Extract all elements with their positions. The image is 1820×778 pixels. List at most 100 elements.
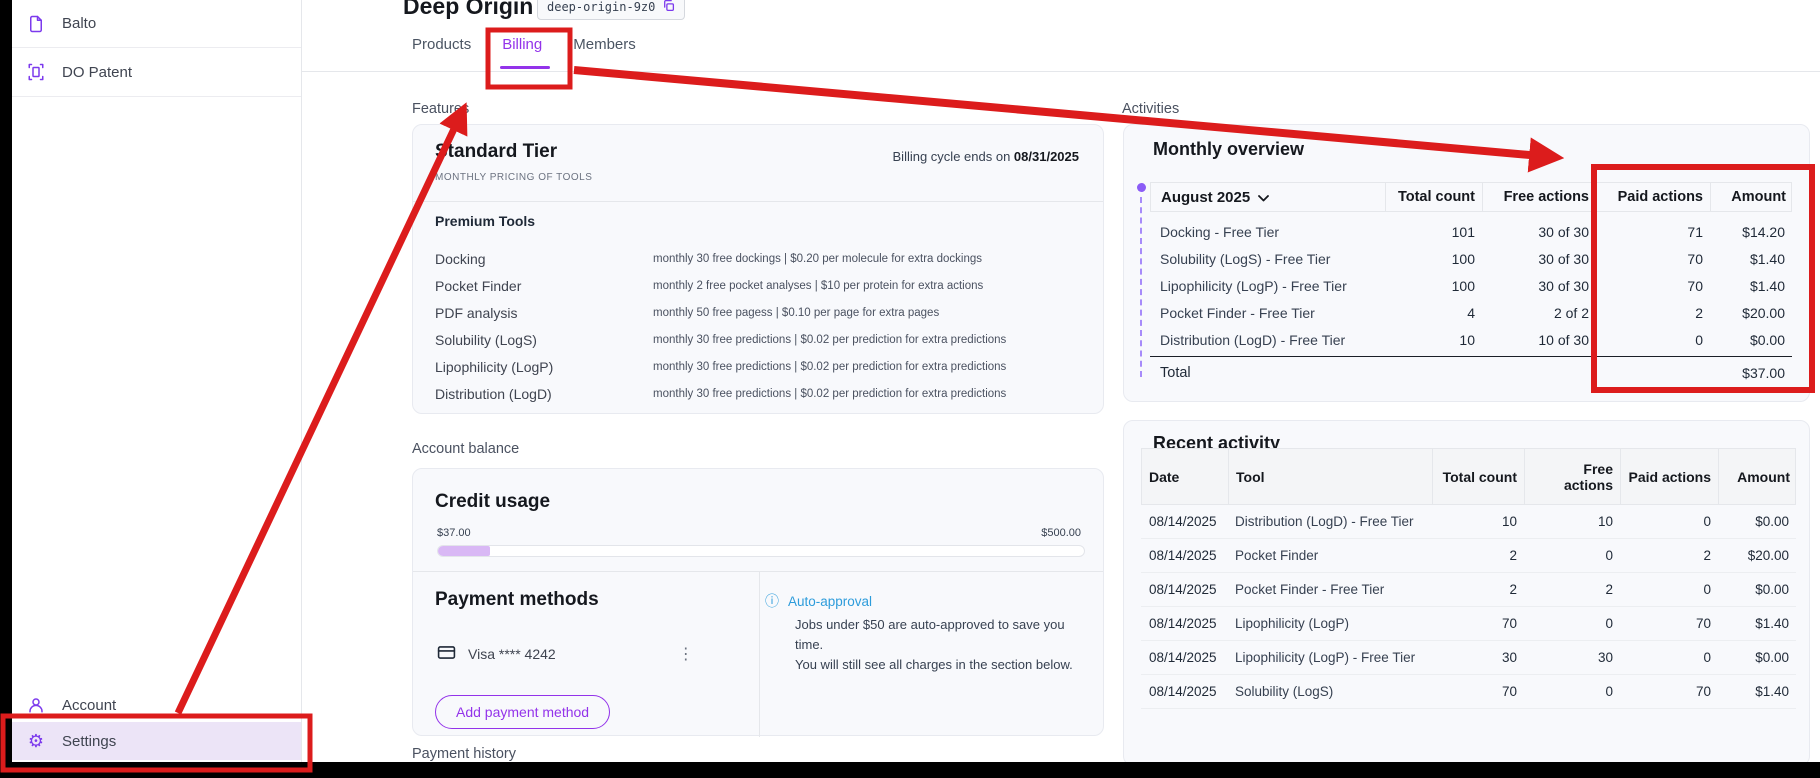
- row-paid-actions: 70: [1620, 607, 1718, 640]
- row-total-count: 2: [1432, 573, 1524, 606]
- sidebar-item-label: Account: [62, 697, 116, 714]
- page-title: Deep Origin: [403, 0, 533, 20]
- row-tool: Docking - Free Tier: [1150, 224, 1385, 240]
- row-total-count: 10: [1385, 332, 1482, 348]
- table-row: Distribution (LogD) - Free Tier 10 10 of…: [1150, 326, 1792, 353]
- sidebar-item-do-patent[interactable]: DO Patent: [12, 48, 301, 97]
- payment-card-label: Visa **** 4242: [468, 646, 556, 662]
- row-paid-actions: 71: [1596, 224, 1710, 240]
- table-row: 08/14/2025 Pocket Finder - Free Tier 2 2…: [1141, 573, 1796, 607]
- timeline-dashed-line: [1140, 197, 1142, 377]
- activities-section-label: Activities: [1122, 101, 1179, 117]
- features-section-label: Features: [412, 101, 469, 117]
- tab-products[interactable]: Products: [412, 36, 471, 53]
- row-date: 08/14/2025: [1141, 675, 1228, 708]
- tier-subtitle: MONTHLY PRICING OF TOOLS: [435, 172, 592, 183]
- standard-tier-card: Standard Tier MONTHLY PRICING OF TOOLS B…: [412, 124, 1104, 414]
- row-paid-actions: 70: [1596, 251, 1710, 267]
- tool-pricing: monthly 50 free pagess | $0.10 per page …: [653, 307, 939, 319]
- tab-billing[interactable]: Billing: [502, 36, 542, 53]
- tool-pricing: monthly 2 free pocket analyses | $10 per…: [653, 280, 983, 292]
- credit-usage-progress-fill: [438, 546, 490, 556]
- monthly-overview-header: August 2025 Total count Free actions Pai…: [1150, 182, 1792, 212]
- row-free-actions: 30 of 30: [1482, 224, 1596, 240]
- person-icon: [26, 695, 46, 715]
- org-id-chip[interactable]: deep-origin-9z0: [537, 0, 685, 20]
- monthly-overview-title: Monthly overview: [1153, 139, 1304, 160]
- tool-row: Distribution (LogD) monthly 30 free pred…: [435, 380, 1083, 407]
- table-row: 08/14/2025 Lipophilicity (LogP) - Free T…: [1141, 641, 1796, 675]
- org-id-text: deep-origin-9z0: [547, 0, 655, 14]
- row-paid-actions: 0: [1596, 332, 1710, 348]
- sidebar-item-balto[interactable]: Balto: [12, 0, 301, 48]
- premium-tools-label: Premium Tools: [435, 213, 535, 229]
- total-amount: $37.00: [1742, 365, 1792, 381]
- add-payment-method-button[interactable]: Add payment method: [435, 695, 610, 729]
- premium-tools-list: Docking monthly 30 free dockings | $0.20…: [435, 245, 1083, 407]
- auto-approval-link[interactable]: ⓘ Auto-approval: [765, 591, 872, 611]
- credit-used-value: $37.00: [437, 527, 471, 539]
- tool-name: Docking: [435, 251, 653, 267]
- billing-cycle-text: Billing cycle ends on 08/31/2025: [893, 149, 1079, 164]
- info-icon: ⓘ: [765, 591, 779, 611]
- row-free-actions: 2: [1524, 573, 1620, 606]
- tool-row: Pocket Finder monthly 2 free pocket anal…: [435, 272, 1083, 299]
- gear-icon: ⚙: [26, 731, 46, 751]
- row-free-actions: 10: [1524, 505, 1620, 538]
- tool-name: PDF analysis: [435, 305, 653, 321]
- row-free-actions: 0: [1524, 607, 1620, 640]
- payment-methods-title: Payment methods: [435, 589, 599, 611]
- column-header: Date: [1142, 449, 1229, 504]
- table-row: 08/14/2025 Solubility (LogS) 70 0 70 $1.…: [1141, 675, 1796, 709]
- row-free-actions: 30: [1524, 641, 1620, 674]
- row-amount: $1.40: [1710, 251, 1792, 267]
- table-row: Lipophilicity (LogP) - Free Tier 100 30 …: [1150, 272, 1792, 299]
- tool-row: Solubility (LogS) monthly 30 free predic…: [435, 326, 1083, 353]
- file-icon: [26, 14, 46, 34]
- row-total-count: 70: [1432, 675, 1524, 708]
- row-paid-actions: 2: [1620, 539, 1718, 572]
- auto-approval-description: Jobs under $50 are auto-approved to save…: [795, 615, 1085, 675]
- copy-icon[interactable]: [662, 0, 675, 15]
- column-header: Free actions: [1483, 183, 1597, 211]
- timeline-dot: [1137, 183, 1146, 192]
- row-tool: Distribution (LogD) - Free Tier: [1150, 332, 1385, 348]
- row-total-count: 100: [1385, 251, 1482, 267]
- tool-name: Solubility (LogS): [435, 332, 653, 348]
- row-paid-actions: 0: [1620, 505, 1718, 538]
- column-header: Total count: [1386, 183, 1483, 211]
- row-tool: Lipophilicity (LogP): [1228, 607, 1432, 640]
- row-free-actions: 30 of 30: [1482, 251, 1596, 267]
- month-selector[interactable]: August 2025: [1151, 183, 1386, 211]
- recent-activity-header: Date Tool Total count Free actions Paid …: [1141, 448, 1796, 505]
- tool-row: PDF analysis monthly 50 free pagess | $0…: [435, 299, 1083, 326]
- row-free-actions: 10 of 30: [1482, 332, 1596, 348]
- column-header: Amount: [1711, 183, 1793, 211]
- tool-row: Docking monthly 30 free dockings | $0.20…: [435, 245, 1083, 272]
- recent-activity-rows: 08/14/2025 Distribution (LogD) - Free Ti…: [1141, 505, 1796, 709]
- tool-pricing: monthly 30 free predictions | $0.02 per …: [653, 334, 1006, 346]
- row-amount: $1.40: [1718, 675, 1796, 708]
- payment-history-section-label: Payment history: [412, 746, 516, 762]
- row-paid-actions: 70: [1596, 278, 1710, 294]
- row-total-count: 30: [1432, 641, 1524, 674]
- tab-members[interactable]: Members: [573, 36, 636, 53]
- total-label: Total: [1150, 365, 1191, 381]
- tool-row: Lipophilicity (LogP) monthly 30 free pre…: [435, 353, 1083, 380]
- document-brackets-icon: [26, 62, 46, 82]
- sidebar-item-settings[interactable]: ⚙ Settings: [12, 722, 301, 760]
- sidebar-item-label: Balto: [62, 15, 96, 32]
- row-total-count: 70: [1432, 607, 1524, 640]
- column-header: Tool: [1229, 449, 1433, 504]
- kebab-menu-icon[interactable]: ⋮: [678, 644, 694, 664]
- card-divider: [413, 571, 1103, 572]
- row-free-actions: 0: [1524, 539, 1620, 572]
- table-row: 08/14/2025 Pocket Finder 2 0 2 $20.00: [1141, 539, 1796, 573]
- card-divider: [413, 201, 1103, 202]
- row-date: 08/14/2025: [1141, 607, 1228, 640]
- row-tool: Distribution (LogD) - Free Tier: [1228, 505, 1432, 538]
- sidebar-item-account[interactable]: Account: [12, 692, 301, 718]
- row-tool: Lipophilicity (LogP) - Free Tier: [1150, 278, 1385, 294]
- table-row: Pocket Finder - Free Tier 4 2 of 2 2 $20…: [1150, 299, 1792, 326]
- credit-usage-title: Credit usage: [435, 491, 550, 513]
